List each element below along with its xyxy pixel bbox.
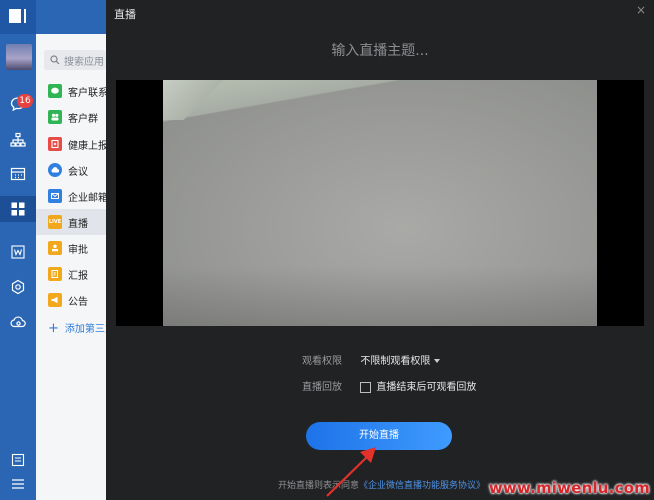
app-item-label: 健康上报 (68, 137, 106, 152)
mail-icon (48, 189, 62, 203)
app-item-customer-contact[interactable]: 客户联系 (36, 78, 106, 104)
unread-badge: 16 (17, 94, 33, 108)
app-list: 搜索应用 客户联系 客户群 健康上报 会议 企业邮箱 LIVE 直播 (36, 34, 106, 500)
dialog-title: 直播 (114, 6, 136, 22)
app-item-label: 公告 (68, 293, 88, 308)
live-icon: LIVE (48, 215, 62, 229)
app-item-meeting[interactable]: 会议 (36, 157, 106, 183)
chat-bubble-icon (48, 84, 62, 98)
hexagon-app-icon[interactable] (10, 279, 26, 295)
start-live-button[interactable]: 开始直播 (306, 422, 452, 450)
app-item-corporate-mail[interactable]: 企业邮箱 (36, 183, 106, 209)
app-item-label: 审批 (68, 241, 88, 256)
window-logo (0, 0, 36, 34)
watermark: www.miwenlu.com (480, 478, 654, 500)
replay-row: 直播回放 直播结束后可观看回放 (302, 378, 476, 394)
app-item-report[interactable]: 汇报 (36, 261, 106, 287)
app-item-announcement[interactable]: 公告 (36, 287, 106, 313)
app-item-label: 企业邮箱 (68, 189, 106, 204)
app-item-health-report[interactable]: 健康上报 (36, 131, 106, 157)
search-placeholder: 搜索应用 (64, 53, 104, 68)
live-icon-text: LIVE (49, 219, 61, 225)
plus-icon: + (48, 321, 59, 336)
cloud-drive-icon[interactable] (10, 314, 26, 330)
calendar-icon[interactable] (10, 166, 26, 182)
person-stamp-icon (48, 241, 62, 255)
app-item-approval[interactable]: 审批 (36, 235, 106, 261)
group-icon (48, 110, 62, 124)
app-item-label: 直播 (68, 215, 88, 230)
app-item-customer-group[interactable]: 客户群 (36, 104, 106, 130)
wedoc-icon[interactable] (10, 244, 26, 260)
workbench-grid-icon[interactable] (10, 201, 26, 217)
view-permission-value: 不限制观看权限 (360, 356, 430, 367)
view-permission-label: 观看权限 (302, 356, 342, 367)
agreement-link[interactable]: 《企业微信直播功能服务协议》 (359, 481, 485, 491)
app-item-label: 汇报 (68, 267, 88, 282)
agreement-prefix: 开始直播则表示同意 (278, 481, 359, 491)
view-permission-row: 观看权限 不限制观看权限 (302, 352, 440, 368)
caret-down-icon (434, 359, 440, 363)
app-item-label: 会议 (68, 163, 88, 178)
live-dialog: 直播 × 输入直播主题... 观看权限 不限制观看权限 直播回放 直播结束后可观… (106, 0, 654, 500)
close-icon[interactable]: × (636, 3, 646, 17)
app-item-live[interactable]: LIVE 直播 (36, 209, 106, 235)
app-item-label: 客户群 (68, 110, 98, 125)
report-edit-icon (48, 267, 62, 281)
app-item-label: 客户联系 (68, 84, 106, 99)
left-rail: 16 (0, 0, 36, 500)
health-report-icon (48, 137, 62, 151)
replay-label: 直播回放 (302, 382, 342, 393)
agreement-text: 开始直播则表示同意《企业微信直播功能服务协议》 (278, 478, 485, 491)
live-topic-input[interactable]: 输入直播主题... (106, 40, 654, 60)
search-icon (50, 55, 60, 65)
search-input[interactable]: 搜索应用 (44, 50, 106, 70)
replay-option-label[interactable]: 直播结束后可观看回放 (376, 382, 476, 393)
add-app-label: 添加第三方应用 (65, 324, 106, 335)
cloud-meeting-icon (48, 163, 62, 177)
camera-preview (163, 80, 597, 326)
feedback-icon[interactable] (10, 452, 26, 468)
header-strip (36, 0, 106, 34)
megaphone-icon (48, 293, 62, 307)
watermark-text: www.miwenlu.com (489, 479, 650, 497)
org-chart-icon[interactable] (10, 132, 26, 148)
avatar[interactable] (6, 44, 32, 70)
menu-icon[interactable] (10, 476, 26, 492)
view-permission-select[interactable]: 不限制观看权限 (360, 356, 440, 367)
replay-checkbox[interactable] (360, 382, 371, 393)
add-third-party-app-link[interactable]: + 添加第三方应用 (48, 320, 106, 336)
